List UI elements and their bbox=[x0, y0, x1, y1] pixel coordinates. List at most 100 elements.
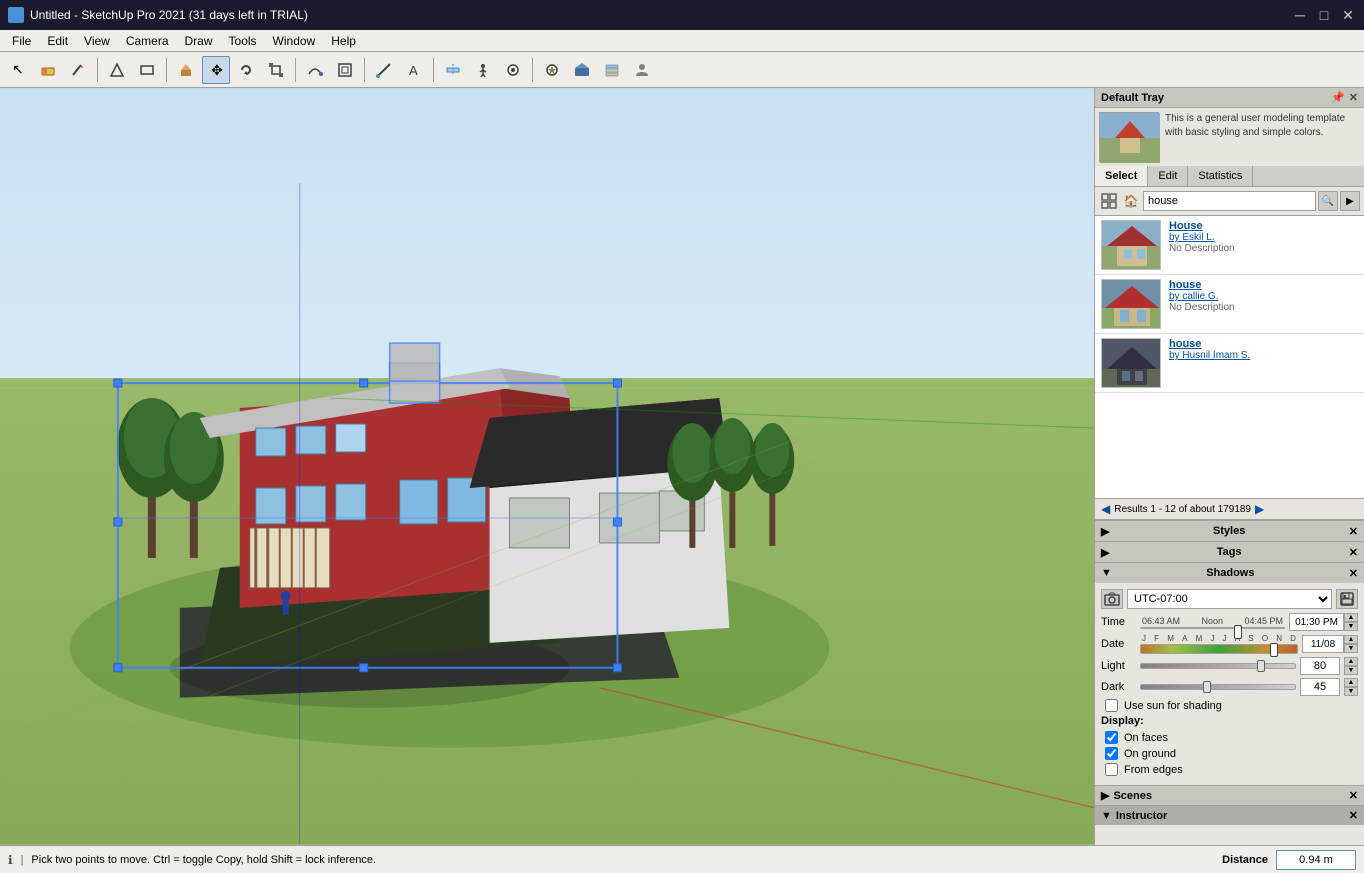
styles-section-header[interactable]: ▶ Styles ✕ bbox=[1095, 521, 1364, 541]
pencil-tool[interactable] bbox=[64, 56, 92, 84]
right-panel: Default Tray 📌 ✕ This is a general bbox=[1094, 88, 1364, 845]
component-name-2[interactable]: house bbox=[1169, 279, 1358, 291]
component-author-1[interactable]: by Eskil L. bbox=[1169, 232, 1358, 243]
use-sun-checkbox[interactable] bbox=[1105, 699, 1118, 712]
time-down-button[interactable]: ▼ bbox=[1344, 622, 1358, 631]
menu-camera[interactable]: Camera bbox=[118, 32, 177, 50]
component-author-2[interactable]: by callie G. bbox=[1169, 291, 1358, 302]
push-pull-tool[interactable] bbox=[172, 56, 200, 84]
rectangle-tool[interactable] bbox=[133, 56, 161, 84]
tab-edit[interactable]: Edit bbox=[1148, 166, 1188, 186]
search-home-button[interactable]: 🏠 bbox=[1121, 191, 1141, 211]
close-button[interactable]: ✕ bbox=[1340, 7, 1356, 23]
layers-tool[interactable] bbox=[598, 56, 626, 84]
styles-close[interactable]: ✕ bbox=[1349, 525, 1358, 538]
time-value[interactable]: 01:30 PM bbox=[1289, 613, 1344, 631]
search-nav-button[interactable]: ▶ bbox=[1340, 191, 1360, 211]
time-thumb[interactable] bbox=[1234, 625, 1242, 639]
move-tool[interactable]: ✥ bbox=[202, 56, 230, 84]
dark-value[interactable]: 45 bbox=[1300, 678, 1340, 696]
scale-tool[interactable] bbox=[262, 56, 290, 84]
text-tool[interactable]: A bbox=[400, 56, 428, 84]
light-slider[interactable] bbox=[1140, 663, 1296, 669]
tab-select[interactable]: Select bbox=[1095, 166, 1148, 186]
tape-tool[interactable] bbox=[370, 56, 398, 84]
extensions-manager-tool[interactable] bbox=[538, 56, 566, 84]
distance-value[interactable]: 0.94 m bbox=[1276, 850, 1356, 870]
eraser-tool[interactable] bbox=[34, 56, 62, 84]
on-faces-row: On faces bbox=[1101, 731, 1358, 744]
select-tool[interactable]: ↖ bbox=[4, 56, 32, 84]
from-edges-checkbox[interactable] bbox=[1105, 763, 1118, 776]
component-author-3[interactable]: by Husnil Imam S. bbox=[1169, 350, 1358, 361]
look-tool[interactable] bbox=[499, 56, 527, 84]
component-item-3[interactable]: house by Husnil Imam S. bbox=[1095, 334, 1364, 393]
search-submit-button[interactable]: 🔍 bbox=[1318, 191, 1338, 211]
scenes-section-header[interactable]: ▶ Scenes ✕ bbox=[1095, 785, 1364, 805]
date-up-button[interactable]: ▲ bbox=[1344, 635, 1358, 644]
viewport[interactable] bbox=[0, 88, 1094, 845]
3d-warehouse-tool[interactable] bbox=[568, 56, 596, 84]
component-name-3[interactable]: house bbox=[1169, 338, 1358, 350]
styles-title: Styles bbox=[1213, 525, 1245, 537]
timezone-select[interactable]: UTC-07:00 bbox=[1127, 589, 1332, 609]
on-ground-checkbox[interactable] bbox=[1105, 747, 1118, 760]
section-plane-tool[interactable] bbox=[439, 56, 467, 84]
profile-tool[interactable] bbox=[628, 56, 656, 84]
light-value[interactable]: 80 bbox=[1300, 657, 1340, 675]
instructor-section-header[interactable]: ▼ Instructor ✕ bbox=[1095, 805, 1364, 825]
component-thumb-1 bbox=[1101, 220, 1161, 270]
menu-draw[interactable]: Draw bbox=[177, 32, 221, 50]
follow-me-tool[interactable] bbox=[301, 56, 329, 84]
date-thumb[interactable] bbox=[1270, 643, 1278, 657]
save-shadows-button[interactable] bbox=[1336, 589, 1358, 609]
time-slider[interactable] bbox=[1140, 627, 1285, 629]
component-item-2[interactable]: house by callie G. No Description bbox=[1095, 275, 1364, 334]
dark-down-button[interactable]: ▼ bbox=[1344, 687, 1358, 696]
menu-help[interactable]: Help bbox=[323, 32, 364, 50]
walk-tool[interactable] bbox=[469, 56, 497, 84]
time-label: Time bbox=[1101, 616, 1136, 628]
offset-tool[interactable] bbox=[331, 56, 359, 84]
component-item-1[interactable]: House by Eskil L. No Description bbox=[1095, 216, 1364, 275]
on-faces-checkbox[interactable] bbox=[1105, 731, 1118, 744]
toolbar-separator-2 bbox=[166, 58, 167, 82]
time-row: Time 06:43 AM Noon 04:45 PM 01:30 PM bbox=[1101, 613, 1358, 631]
page-next-button[interactable]: ▶ bbox=[1255, 502, 1264, 516]
page-prev-button[interactable]: ◀ bbox=[1101, 502, 1110, 516]
date-value[interactable]: 11/08 bbox=[1302, 635, 1344, 653]
minimize-button[interactable]: ─ bbox=[1292, 7, 1308, 23]
dark-up-button[interactable]: ▲ bbox=[1344, 678, 1358, 687]
tags-close[interactable]: ✕ bbox=[1349, 546, 1358, 559]
tray-pin-button[interactable]: 📌 bbox=[1331, 91, 1345, 104]
tray-close-button[interactable]: ✕ bbox=[1349, 91, 1358, 104]
light-thumb[interactable] bbox=[1257, 660, 1265, 672]
date-down-button[interactable]: ▼ bbox=[1344, 644, 1358, 653]
menu-file[interactable]: File bbox=[4, 32, 39, 50]
shadows-close[interactable]: ✕ bbox=[1349, 567, 1358, 580]
warehouse-thumbnail bbox=[1099, 112, 1159, 162]
maximize-button[interactable]: □ bbox=[1316, 7, 1332, 23]
dark-slider[interactable] bbox=[1140, 684, 1296, 690]
rotate-tool[interactable] bbox=[232, 56, 260, 84]
component-name-1[interactable]: House bbox=[1169, 220, 1358, 232]
menu-edit[interactable]: Edit bbox=[39, 32, 76, 50]
menu-tools[interactable]: Tools bbox=[221, 32, 265, 50]
search-input[interactable] bbox=[1143, 191, 1316, 211]
menu-view[interactable]: View bbox=[76, 32, 118, 50]
dark-thumb[interactable] bbox=[1203, 681, 1211, 693]
light-down-button[interactable]: ▼ bbox=[1344, 666, 1358, 675]
search-grid-button[interactable] bbox=[1099, 191, 1119, 211]
date-slider[interactable] bbox=[1140, 644, 1298, 654]
time-up-button[interactable]: ▲ bbox=[1344, 613, 1358, 622]
camera-icon-button[interactable] bbox=[1101, 589, 1123, 609]
shadows-section-header[interactable]: ▼ Shadows ✕ bbox=[1095, 563, 1364, 583]
menu-window[interactable]: Window bbox=[265, 32, 324, 50]
scenes-close[interactable]: ✕ bbox=[1349, 789, 1358, 802]
instructor-close[interactable]: ✕ bbox=[1349, 809, 1358, 822]
light-up-button[interactable]: ▲ bbox=[1344, 657, 1358, 666]
from-edges-row: From edges bbox=[1101, 763, 1358, 776]
shapes-tool[interactable] bbox=[103, 56, 131, 84]
tags-section-header[interactable]: ▶ Tags ✕ bbox=[1095, 542, 1364, 562]
tab-statistics[interactable]: Statistics bbox=[1188, 166, 1253, 186]
